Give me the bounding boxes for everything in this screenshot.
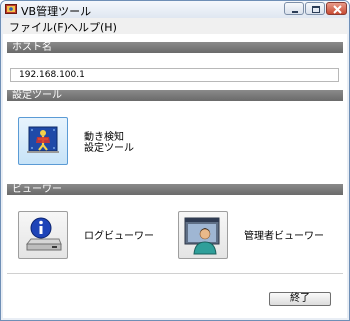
footer-divider bbox=[7, 273, 343, 274]
menu-file[interactable]: ファイル(F) bbox=[9, 19, 68, 35]
host-value: 192.168.100.1 bbox=[19, 70, 85, 80]
settings-section-label: 設定ツール bbox=[12, 90, 62, 101]
admin-person-icon bbox=[184, 217, 220, 255]
minimize-button[interactable] bbox=[284, 2, 304, 15]
log-viewer-label: ログビューワー bbox=[84, 231, 154, 242]
minimize-icon bbox=[292, 11, 298, 13]
window-title: VB管理ツール bbox=[21, 5, 92, 18]
info-server-icon bbox=[25, 217, 62, 251]
host-section-label: ホスト名 bbox=[12, 42, 52, 53]
main-panel: ホスト名 192.168.100.1 設定ツール 動き検知 設定ツール ビューワ… bbox=[3, 34, 347, 318]
settings-section-header: 設定ツール bbox=[7, 90, 343, 101]
motion-tool-label-line1: 動き検知 bbox=[84, 132, 124, 143]
menu-bar: ファイル(F) ヘルプ(H) bbox=[3, 18, 347, 34]
viewer-section-header: ビューワー bbox=[7, 184, 343, 195]
app-window: VB管理ツール ファイル(F) ヘルプ(H) ホスト名 192.168.100.… bbox=[0, 0, 350, 321]
motion-tool-label-line2: 設定ツール bbox=[84, 143, 134, 154]
app-icon bbox=[5, 4, 17, 14]
close-button[interactable] bbox=[326, 2, 347, 15]
host-input[interactable]: 192.168.100.1 bbox=[10, 68, 339, 82]
admin-viewer-label: 管理者ビューワー bbox=[244, 231, 324, 242]
close-icon bbox=[333, 5, 342, 14]
host-section-header: ホスト名 bbox=[7, 42, 343, 53]
log-viewer-button[interactable] bbox=[18, 211, 68, 259]
maximize-icon bbox=[312, 6, 320, 13]
menu-help[interactable]: ヘルプ(H) bbox=[67, 19, 117, 35]
motion-detection-button[interactable] bbox=[18, 117, 68, 165]
maximize-button[interactable] bbox=[305, 2, 325, 15]
viewer-section-label: ビューワー bbox=[12, 184, 62, 195]
exit-button[interactable]: 終了 bbox=[269, 292, 331, 306]
motion-detection-icon bbox=[27, 126, 59, 153]
admin-viewer-button[interactable] bbox=[178, 211, 228, 259]
motion-tool-label: 動き検知 設定ツール bbox=[84, 132, 134, 154]
title-bar[interactable]: VB管理ツール bbox=[1, 1, 349, 18]
